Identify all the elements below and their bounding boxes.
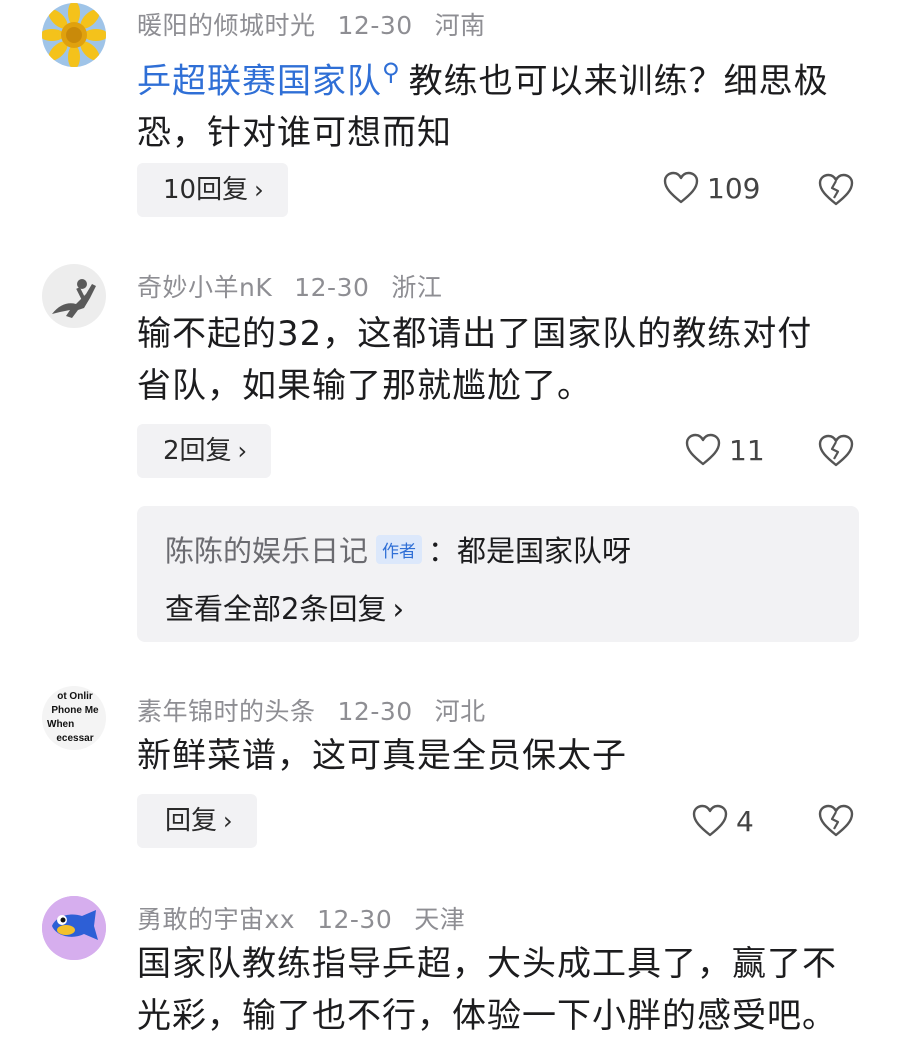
reply-button[interactable]: 2回复 › (137, 424, 272, 478)
sub-reply: 陈陈的娱乐日记 作者 ：都是国家队呀 (165, 528, 631, 570)
sub-reply-author[interactable]: 陈陈的娱乐日记 (165, 534, 368, 568)
dislike-button[interactable] (817, 172, 855, 208)
avatar[interactable] (42, 896, 106, 960)
username[interactable]: 奇妙小羊nK (137, 273, 272, 302)
search-icon[interactable]: ⚲ (382, 58, 401, 86)
sub-reply-text: ：都是国家队呀 (428, 534, 632, 568)
reply-label: 回复 (165, 806, 218, 836)
comment-meta: 暖阳的倾城时光 12-30 河南 (137, 6, 508, 42)
sub-reply-box[interactable]: 陈陈的娱乐日记 作者 ：都是国家队呀 查看全部2条回复 › (137, 506, 859, 642)
avatar[interactable] (42, 3, 106, 67)
chevron-right-icon: › (254, 176, 264, 204)
avatar[interactable]: ot Onlir Phone Me When ecessar (42, 686, 106, 750)
comment-meta: 奇妙小羊nK 12-30 浙江 (137, 268, 464, 304)
dislike-button[interactable] (817, 433, 855, 469)
view-all-replies-link[interactable]: 查看全部2条回复 › (165, 586, 404, 628)
comment-text: 乒超联赛国家队⚲ 教练也可以来训练？细思极恐，针对谁可想而知 (137, 46, 857, 159)
avatar[interactable] (42, 264, 106, 328)
comment-location: 浙江 (391, 273, 443, 302)
comment-date: 12-30 (337, 11, 413, 40)
heart-icon (692, 804, 728, 837)
heart-icon (685, 433, 721, 466)
topic-link[interactable]: 乒超联赛国家队 (137, 61, 382, 101)
cartoon-fish-avatar-icon (42, 896, 106, 960)
sunflower-avatar-icon (42, 3, 106, 67)
chevron-right-icon: › (223, 807, 233, 835)
comment-date: 12-30 (317, 905, 393, 934)
like-count: 109 (707, 171, 761, 205)
comment-text: 国家队教练指导乒超，大头成工具了，赢了不光彩，输了也不行，体验一下小胖的感受吧。 (137, 944, 837, 1036)
broken-heart-icon (818, 434, 854, 467)
like-button[interactable]: 11 (685, 432, 765, 467)
reply-label: 2回复 (163, 436, 232, 466)
view-all-replies-label: 查看全部2条回复 (165, 592, 387, 626)
chevron-right-icon: › (237, 437, 248, 465)
heart-icon (663, 171, 699, 204)
comment-date: 12-30 (294, 273, 370, 302)
chevron-right-icon: › (392, 592, 405, 626)
comment-location: 河北 (434, 697, 486, 726)
like-button[interactable]: 4 (692, 803, 754, 838)
comment-location: 天津 (414, 905, 466, 934)
like-count: 4 (736, 804, 754, 838)
author-badge: 作者 (376, 535, 423, 564)
comment-text: 输不起的32，这都请出了国家队的教练对付省队，如果输了那就尴尬了。 (137, 314, 813, 406)
like-button[interactable]: 109 (663, 170, 760, 205)
reply-button[interactable]: 10回复 › (137, 163, 288, 217)
broken-heart-icon (818, 804, 854, 837)
username[interactable]: 勇敢的宇宙xx (137, 905, 295, 934)
reply-button[interactable]: 回复 › (137, 794, 257, 848)
username[interactable]: 素年锦时的头条 (137, 697, 316, 726)
comment-meta: 素年锦时的头条 12-30 河北 (137, 692, 508, 728)
broken-heart-icon (818, 173, 854, 206)
comment-text: 新鲜菜谱，这可真是全员保太子 (137, 736, 627, 776)
dislike-button[interactable] (817, 803, 855, 839)
horse-rider-avatar-icon (42, 264, 106, 328)
comment-meta: 勇敢的宇宙xx 12-30 天津 (137, 900, 487, 936)
like-count: 11 (729, 433, 765, 467)
comment-date: 12-30 (337, 697, 413, 726)
avatar-text: ot Onlir Phone Me When ecessar (47, 691, 99, 744)
comment-location: 河南 (434, 11, 486, 40)
username[interactable]: 暖阳的倾城时光 (137, 11, 316, 40)
reply-label: 10回复 (163, 175, 249, 205)
